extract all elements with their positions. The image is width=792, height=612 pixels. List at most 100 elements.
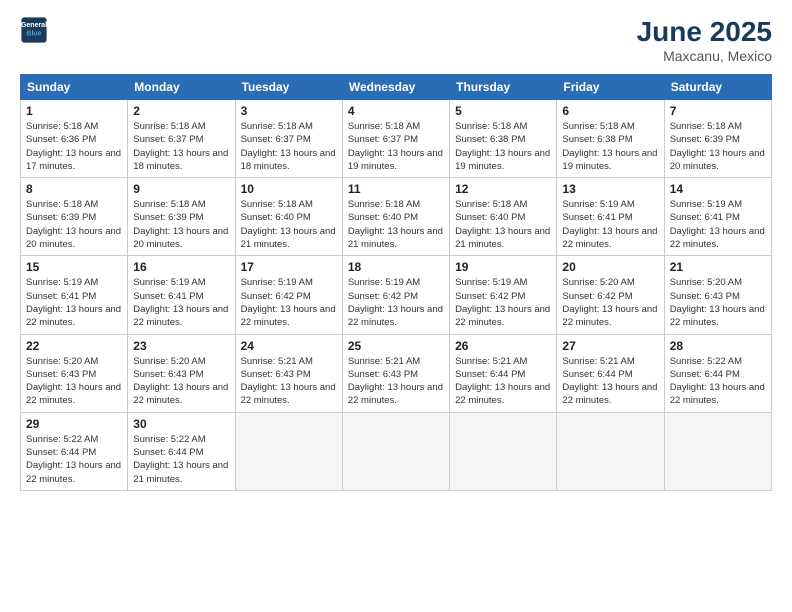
- calendar-cell: 10 Sunrise: 5:18 AMSunset: 6:40 PMDaylig…: [235, 178, 342, 256]
- day-number: 30: [133, 417, 229, 431]
- day-info: Sunrise: 5:20 AMSunset: 6:43 PMDaylight:…: [133, 355, 229, 408]
- day-info: Sunrise: 5:20 AMSunset: 6:42 PMDaylight:…: [562, 276, 658, 329]
- day-number: 17: [241, 260, 337, 274]
- calendar-cell: 21 Sunrise: 5:20 AMSunset: 6:43 PMDaylig…: [664, 256, 771, 334]
- calendar-cell: 24 Sunrise: 5:21 AMSunset: 6:43 PMDaylig…: [235, 334, 342, 412]
- day-number: 3: [241, 104, 337, 118]
- day-number: 6: [562, 104, 658, 118]
- calendar-cell: 15 Sunrise: 5:19 AMSunset: 6:41 PMDaylig…: [21, 256, 128, 334]
- calendar-cell: 18 Sunrise: 5:19 AMSunset: 6:42 PMDaylig…: [342, 256, 449, 334]
- day-info: Sunrise: 5:22 AMSunset: 6:44 PMDaylight:…: [133, 433, 229, 486]
- day-info: Sunrise: 5:22 AMSunset: 6:44 PMDaylight:…: [26, 433, 122, 486]
- logo-icon: General Blue: [20, 16, 48, 44]
- day-info: Sunrise: 5:18 AMSunset: 6:40 PMDaylight:…: [241, 198, 337, 251]
- page: General Blue June 2025 Maxcanu, Mexico S…: [0, 0, 792, 612]
- week-row-0: 1 Sunrise: 5:18 AMSunset: 6:36 PMDayligh…: [21, 100, 772, 178]
- calendar-cell: [557, 412, 664, 490]
- day-number: 24: [241, 339, 337, 353]
- day-number: 14: [670, 182, 766, 196]
- calendar-table: Sunday Monday Tuesday Wednesday Thursday…: [20, 74, 772, 491]
- day-number: 9: [133, 182, 229, 196]
- day-number: 2: [133, 104, 229, 118]
- title-area: June 2025 Maxcanu, Mexico: [637, 16, 772, 64]
- day-number: 20: [562, 260, 658, 274]
- svg-text:General: General: [21, 22, 47, 29]
- day-info: Sunrise: 5:21 AMSunset: 6:44 PMDaylight:…: [562, 355, 658, 408]
- calendar-cell: 11 Sunrise: 5:18 AMSunset: 6:40 PMDaylig…: [342, 178, 449, 256]
- calendar-cell: 2 Sunrise: 5:18 AMSunset: 6:37 PMDayligh…: [128, 100, 235, 178]
- day-info: Sunrise: 5:19 AMSunset: 6:41 PMDaylight:…: [562, 198, 658, 251]
- day-info: Sunrise: 5:19 AMSunset: 6:41 PMDaylight:…: [670, 198, 766, 251]
- calendar-cell: 20 Sunrise: 5:20 AMSunset: 6:42 PMDaylig…: [557, 256, 664, 334]
- day-info: Sunrise: 5:18 AMSunset: 6:39 PMDaylight:…: [670, 120, 766, 173]
- day-info: Sunrise: 5:21 AMSunset: 6:43 PMDaylight:…: [241, 355, 337, 408]
- month-title: June 2025: [637, 16, 772, 48]
- col-sunday: Sunday: [21, 75, 128, 100]
- day-number: 21: [670, 260, 766, 274]
- calendar-cell: 14 Sunrise: 5:19 AMSunset: 6:41 PMDaylig…: [664, 178, 771, 256]
- calendar-cell: 13 Sunrise: 5:19 AMSunset: 6:41 PMDaylig…: [557, 178, 664, 256]
- day-info: Sunrise: 5:18 AMSunset: 6:39 PMDaylight:…: [133, 198, 229, 251]
- logo: General Blue: [20, 16, 48, 44]
- calendar-cell: 12 Sunrise: 5:18 AMSunset: 6:40 PMDaylig…: [450, 178, 557, 256]
- calendar-cell: 1 Sunrise: 5:18 AMSunset: 6:36 PMDayligh…: [21, 100, 128, 178]
- day-number: 23: [133, 339, 229, 353]
- calendar-cell: 19 Sunrise: 5:19 AMSunset: 6:42 PMDaylig…: [450, 256, 557, 334]
- calendar-cell: 25 Sunrise: 5:21 AMSunset: 6:43 PMDaylig…: [342, 334, 449, 412]
- calendar-cell: 22 Sunrise: 5:20 AMSunset: 6:43 PMDaylig…: [21, 334, 128, 412]
- day-number: 10: [241, 182, 337, 196]
- week-row-3: 22 Sunrise: 5:20 AMSunset: 6:43 PMDaylig…: [21, 334, 772, 412]
- calendar-cell: 29 Sunrise: 5:22 AMSunset: 6:44 PMDaylig…: [21, 412, 128, 490]
- day-number: 7: [670, 104, 766, 118]
- header: General Blue June 2025 Maxcanu, Mexico: [20, 16, 772, 64]
- day-info: Sunrise: 5:18 AMSunset: 6:36 PMDaylight:…: [26, 120, 122, 173]
- col-saturday: Saturday: [664, 75, 771, 100]
- day-info: Sunrise: 5:19 AMSunset: 6:41 PMDaylight:…: [26, 276, 122, 329]
- day-number: 26: [455, 339, 551, 353]
- calendar-cell: [450, 412, 557, 490]
- day-number: 22: [26, 339, 122, 353]
- day-number: 29: [26, 417, 122, 431]
- calendar-cell: [342, 412, 449, 490]
- calendar-cell: 26 Sunrise: 5:21 AMSunset: 6:44 PMDaylig…: [450, 334, 557, 412]
- calendar-cell: 30 Sunrise: 5:22 AMSunset: 6:44 PMDaylig…: [128, 412, 235, 490]
- day-info: Sunrise: 5:19 AMSunset: 6:42 PMDaylight:…: [348, 276, 444, 329]
- col-wednesday: Wednesday: [342, 75, 449, 100]
- day-number: 5: [455, 104, 551, 118]
- day-number: 28: [670, 339, 766, 353]
- calendar-cell: 9 Sunrise: 5:18 AMSunset: 6:39 PMDayligh…: [128, 178, 235, 256]
- day-info: Sunrise: 5:18 AMSunset: 6:40 PMDaylight:…: [348, 198, 444, 251]
- week-row-1: 8 Sunrise: 5:18 AMSunset: 6:39 PMDayligh…: [21, 178, 772, 256]
- calendar-cell: 27 Sunrise: 5:21 AMSunset: 6:44 PMDaylig…: [557, 334, 664, 412]
- day-number: 1: [26, 104, 122, 118]
- calendar-cell: 23 Sunrise: 5:20 AMSunset: 6:43 PMDaylig…: [128, 334, 235, 412]
- day-number: 12: [455, 182, 551, 196]
- calendar-cell: [235, 412, 342, 490]
- day-number: 11: [348, 182, 444, 196]
- day-number: 4: [348, 104, 444, 118]
- calendar-cell: 8 Sunrise: 5:18 AMSunset: 6:39 PMDayligh…: [21, 178, 128, 256]
- calendar-cell: 6 Sunrise: 5:18 AMSunset: 6:38 PMDayligh…: [557, 100, 664, 178]
- calendar-cell: 5 Sunrise: 5:18 AMSunset: 6:38 PMDayligh…: [450, 100, 557, 178]
- col-tuesday: Tuesday: [235, 75, 342, 100]
- day-info: Sunrise: 5:18 AMSunset: 6:37 PMDaylight:…: [348, 120, 444, 173]
- svg-text:Blue: Blue: [26, 31, 41, 38]
- day-info: Sunrise: 5:19 AMSunset: 6:41 PMDaylight:…: [133, 276, 229, 329]
- day-info: Sunrise: 5:18 AMSunset: 6:37 PMDaylight:…: [241, 120, 337, 173]
- day-info: Sunrise: 5:18 AMSunset: 6:38 PMDaylight:…: [455, 120, 551, 173]
- day-number: 8: [26, 182, 122, 196]
- calendar-cell: 16 Sunrise: 5:19 AMSunset: 6:41 PMDaylig…: [128, 256, 235, 334]
- day-info: Sunrise: 5:18 AMSunset: 6:39 PMDaylight:…: [26, 198, 122, 251]
- location: Maxcanu, Mexico: [637, 48, 772, 64]
- calendar-cell: 7 Sunrise: 5:18 AMSunset: 6:39 PMDayligh…: [664, 100, 771, 178]
- day-number: 19: [455, 260, 551, 274]
- day-info: Sunrise: 5:21 AMSunset: 6:44 PMDaylight:…: [455, 355, 551, 408]
- day-info: Sunrise: 5:21 AMSunset: 6:43 PMDaylight:…: [348, 355, 444, 408]
- day-info: Sunrise: 5:20 AMSunset: 6:43 PMDaylight:…: [26, 355, 122, 408]
- calendar-cell: 3 Sunrise: 5:18 AMSunset: 6:37 PMDayligh…: [235, 100, 342, 178]
- calendar-cell: 4 Sunrise: 5:18 AMSunset: 6:37 PMDayligh…: [342, 100, 449, 178]
- day-number: 15: [26, 260, 122, 274]
- day-number: 18: [348, 260, 444, 274]
- col-monday: Monday: [128, 75, 235, 100]
- week-row-4: 29 Sunrise: 5:22 AMSunset: 6:44 PMDaylig…: [21, 412, 772, 490]
